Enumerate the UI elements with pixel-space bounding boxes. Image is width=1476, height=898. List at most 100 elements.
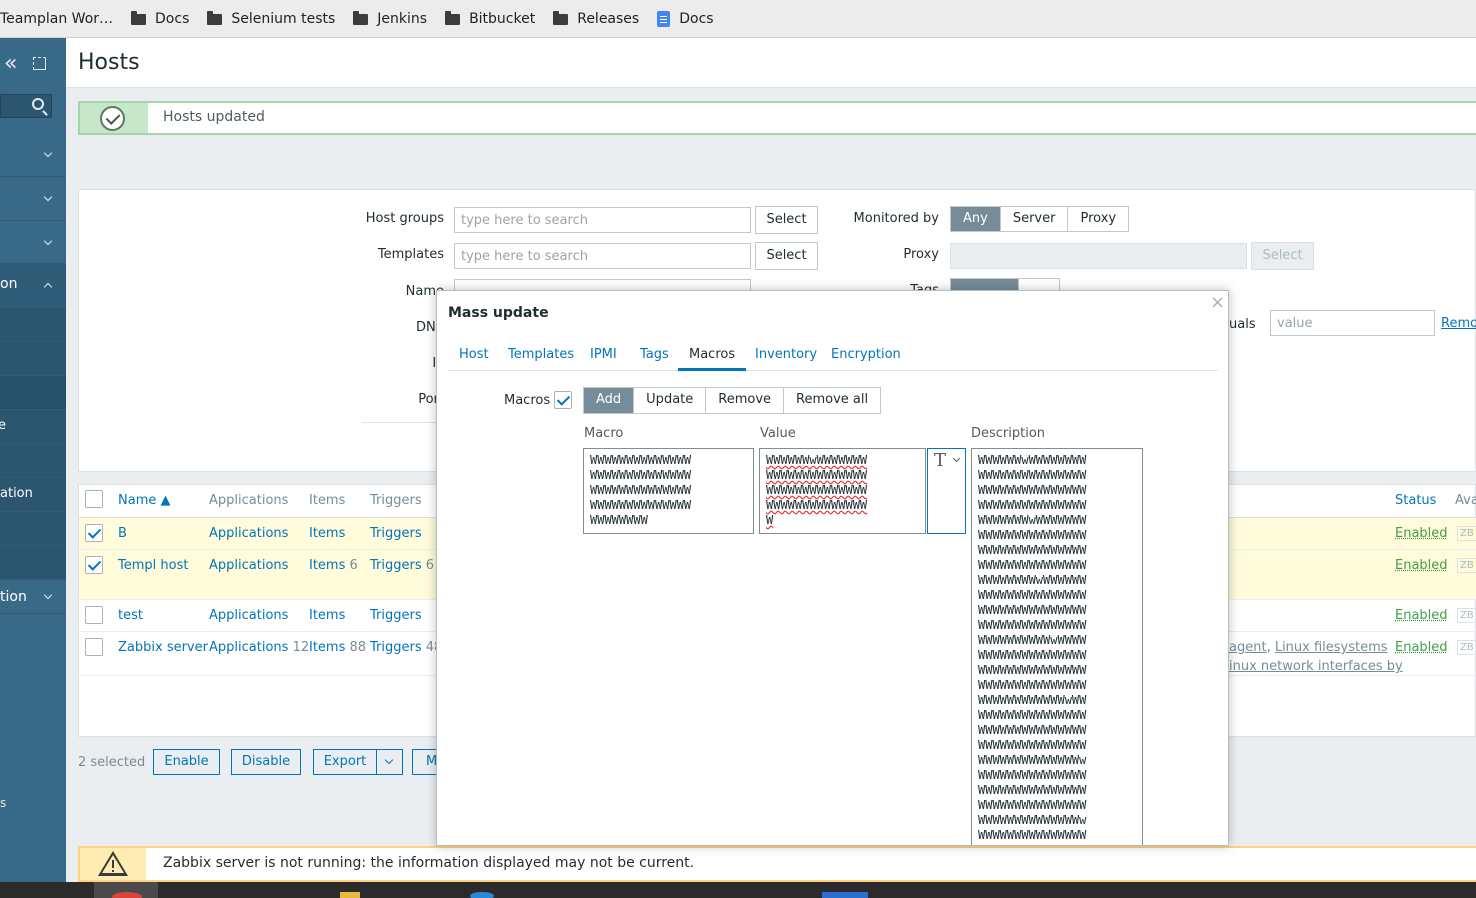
select-all-checkbox[interactable]	[85, 490, 103, 508]
monitored-by-toggle[interactable]: Any Server Proxy	[950, 206, 1130, 232]
header-name[interactable]: Name ▲	[118, 493, 170, 508]
bookmark-releases[interactable]: Releases	[553, 11, 639, 27]
applications-link[interactable]: Applications 12	[209, 640, 309, 655]
bookmark-bitbucket[interactable]: Bitbucket	[445, 11, 535, 27]
triggers-link[interactable]: Triggers	[370, 526, 422, 541]
items-link[interactable]: Items 88	[309, 640, 366, 655]
tab-tags[interactable]: Tags	[640, 347, 669, 362]
sidebar-subitem-6[interactable]: ation	[0, 478, 66, 512]
tag-operator-select[interactable]: uals	[1229, 317, 1256, 332]
status-link[interactable]: Enabled	[1395, 608, 1448, 623]
header-items: Items	[309, 493, 346, 508]
bookmark-jenkins[interactable]: Jenkins	[353, 11, 427, 27]
sidebar-item-help[interactable]: s	[0, 796, 6, 810]
bookmark-docs[interactable]: Docs	[131, 11, 189, 27]
dialog-title: Mass update	[448, 305, 549, 321]
templates-select-button[interactable]: Select	[755, 242, 818, 270]
templates-list-line2[interactable]: inux network interfaces by	[1229, 659, 1403, 674]
bookmark-docs-2[interactable]: Docs	[657, 10, 714, 27]
applications-link[interactable]: Applications	[209, 558, 288, 573]
sidebar-item-administration[interactable]: tion	[0, 580, 66, 614]
tag-remove-link[interactable]: Remo	[1441, 316, 1476, 331]
row-checkbox[interactable]	[85, 606, 103, 624]
macro-description-input[interactable]: WWWWWWwWWWWWWWW WWWWWWWWWWWWWWW WWWWWWWW…	[971, 448, 1143, 845]
mass-update-dialog: Mass update × Host Templates IPMI Tags M…	[436, 290, 1229, 846]
status-link[interactable]: Enabled	[1395, 640, 1448, 655]
host-name-link[interactable]: Templ host	[118, 558, 188, 573]
browser-icon[interactable]	[470, 892, 494, 898]
mode-remove[interactable]: Remove	[706, 388, 785, 413]
items-link[interactable]: Items	[309, 526, 345, 541]
mode-update[interactable]: Update	[634, 388, 707, 413]
search-icon[interactable]	[32, 98, 44, 110]
value-type-button[interactable]: T	[927, 448, 966, 534]
row-checkbox[interactable]	[85, 524, 103, 542]
selected-count: 2 selected	[78, 755, 146, 770]
macro-value-input[interactable]: WWWWWWwWWWWWWW WWWWWWWWWWWWWW WWWWWWWWWW…	[759, 448, 926, 534]
tag-value-input[interactable]: value	[1270, 310, 1435, 336]
triggers-link[interactable]: Triggers	[370, 608, 422, 623]
status-link[interactable]: Enabled	[1395, 558, 1448, 573]
chrome-icon[interactable]	[112, 892, 142, 898]
triggers-link[interactable]: Triggers 48	[370, 640, 442, 655]
collapse-sidebar-icon[interactable]: «	[4, 53, 17, 75]
files-icon[interactable]	[340, 892, 360, 898]
bookmark-selenium-tests[interactable]: Selenium tests	[207, 11, 335, 27]
os-taskbar	[0, 882, 1476, 898]
bookmark-teamplan[interactable]: Teamplan Wor…	[0, 11, 113, 27]
host-name-link[interactable]: test	[118, 608, 143, 623]
warning-icon	[98, 851, 128, 876]
chevron-down-icon	[384, 755, 394, 765]
tab-host[interactable]: Host	[459, 347, 489, 362]
sidebar-item-configuration[interactable]: on	[0, 264, 66, 308]
zbx-availability-badge: ZB	[1457, 526, 1476, 541]
templates-list: agent, Linux filesystems	[1229, 640, 1388, 655]
sidebar-subitem-8[interactable]	[0, 546, 66, 580]
disable-button[interactable]: Disable	[231, 749, 301, 775]
applications-link[interactable]: Applications	[209, 608, 288, 623]
tab-ipmi[interactable]: IPMI	[590, 347, 617, 362]
items-link[interactable]: Items 6	[309, 558, 358, 573]
tab-macros[interactable]: Macros	[678, 347, 747, 371]
sidebar-item-1[interactable]	[0, 133, 66, 177]
mode-add[interactable]: Add	[584, 388, 635, 413]
sidebar-subitem-2[interactable]	[0, 342, 66, 376]
sidebar-subitem-7[interactable]	[0, 512, 66, 546]
host-groups-input[interactable]: type here to search	[454, 207, 751, 233]
macros-mode-toggle[interactable]: Add Update Remove Remove all	[583, 387, 882, 414]
export-dropdown-button[interactable]	[376, 749, 403, 775]
proxy-select-button: Select	[1251, 242, 1314, 270]
monitored-by-any[interactable]: Any	[951, 207, 1001, 231]
host-name-link[interactable]: Zabbix server	[118, 640, 208, 655]
sidebar-subitem-1[interactable]	[0, 308, 66, 342]
kiosk-mode-icon[interactable]	[33, 57, 46, 70]
host-name-link[interactable]: B	[118, 526, 127, 541]
status-link[interactable]: Enabled	[1395, 526, 1448, 541]
sidebar-subitem-5[interactable]	[0, 444, 66, 478]
tab-encryption[interactable]: Encryption	[831, 347, 901, 362]
app-icon[interactable]	[822, 892, 868, 898]
monitored-by-proxy[interactable]: Proxy	[1068, 207, 1128, 231]
header-availability: Ava	[1455, 493, 1476, 508]
templates-input[interactable]: type here to search	[454, 243, 751, 269]
sidebar-subitem-hosts[interactable]	[0, 376, 66, 410]
tab-templates[interactable]: Templates	[508, 347, 574, 362]
macro-input[interactable]: WWWWWWWWWWWWWW WWWWWWWWWWWWWW WWWWWWWWWW…	[583, 448, 754, 534]
enable-button[interactable]: Enable	[153, 749, 220, 775]
sidebar-item-2[interactable]	[0, 177, 66, 221]
tab-inventory[interactable]: Inventory	[755, 347, 817, 362]
applications-link[interactable]: Applications	[209, 526, 288, 541]
triggers-link[interactable]: Triggers 6	[370, 558, 434, 573]
items-link[interactable]: Items	[309, 608, 345, 623]
header-status[interactable]: Status	[1395, 493, 1436, 508]
sidebar-item-3[interactable]	[0, 221, 66, 264]
row-checkbox[interactable]	[85, 638, 103, 656]
mode-remove-all[interactable]: Remove all	[784, 388, 880, 413]
sidebar-subitem-4[interactable]: e	[0, 410, 66, 444]
monitored-by-server[interactable]: Server	[1001, 207, 1069, 231]
export-button[interactable]: Export	[313, 749, 377, 775]
close-icon[interactable]: ×	[1210, 292, 1225, 313]
row-checkbox[interactable]	[85, 556, 103, 574]
host-groups-select-button[interactable]: Select	[755, 206, 818, 234]
macros-checkbox[interactable]	[554, 391, 572, 409]
